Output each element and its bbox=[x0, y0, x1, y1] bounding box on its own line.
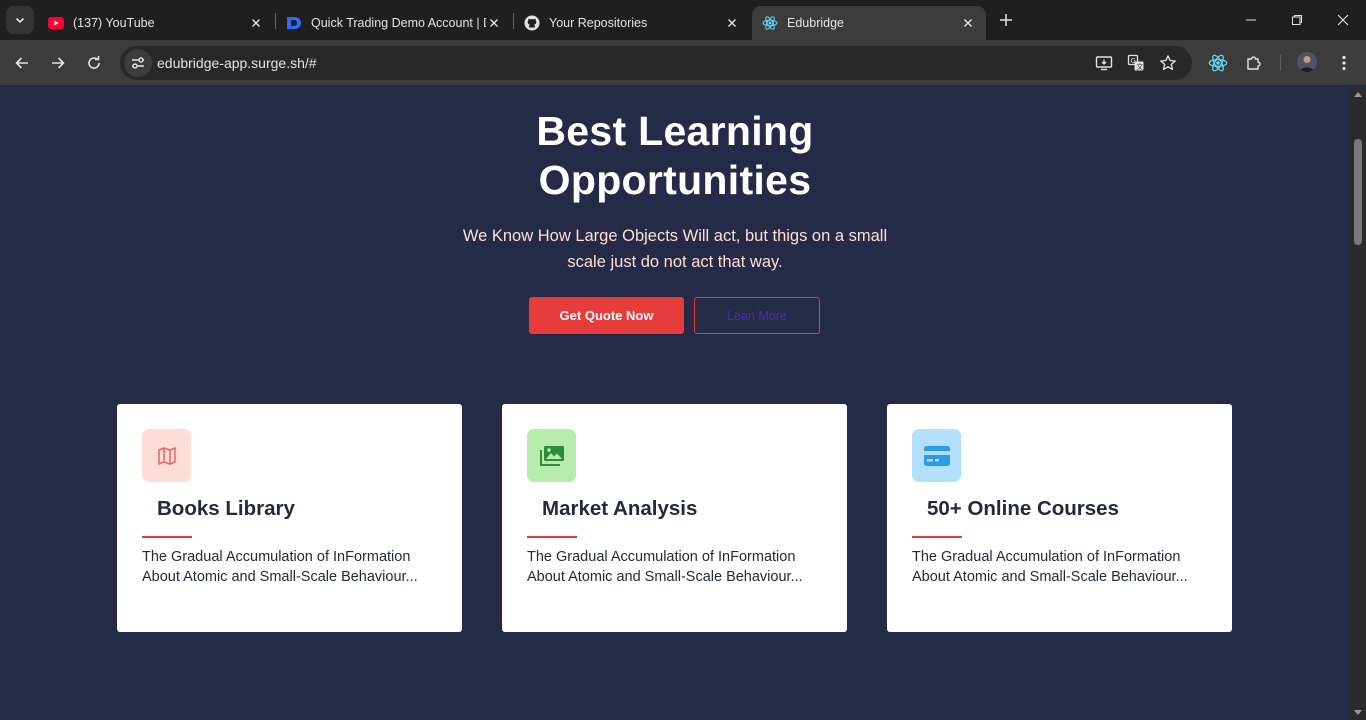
tab-edubridge[interactable]: Edubridge bbox=[752, 6, 986, 40]
tab-title: Edubridge bbox=[787, 16, 844, 30]
tab-title: Quick Trading Demo Account | D bbox=[311, 16, 486, 30]
url-text[interactable]: edubridge-app.surge.sh/# bbox=[157, 46, 317, 80]
new-tab-button[interactable] bbox=[994, 8, 1018, 32]
card-description: The Gradual Accumulation of InFormation … bbox=[142, 549, 418, 585]
browser-menu-button[interactable] bbox=[1332, 51, 1356, 75]
tab-youtube[interactable]: (137) YouTube bbox=[38, 6, 274, 40]
arrow-left-icon bbox=[15, 57, 28, 69]
reload-icon bbox=[88, 56, 100, 69]
deriv-icon bbox=[286, 15, 302, 31]
map-icon bbox=[157, 446, 176, 465]
card-accent-line bbox=[142, 536, 192, 538]
star-icon bbox=[1160, 55, 1176, 71]
credit-card-icon bbox=[923, 445, 950, 466]
site-info-button[interactable] bbox=[124, 49, 152, 77]
reload-button[interactable] bbox=[80, 49, 108, 77]
learn-more-button[interactable]: Lean More bbox=[694, 297, 820, 334]
get-quote-button[interactable]: Get Quote Now bbox=[529, 297, 684, 334]
close-tab-icon[interactable] bbox=[486, 15, 502, 31]
close-icon bbox=[1337, 14, 1349, 26]
card-title: Books Library bbox=[157, 497, 295, 520]
card-description: The Gradual Accumulation of InFormation … bbox=[527, 549, 803, 585]
svg-text:文: 文 bbox=[1136, 62, 1143, 71]
extensions-button[interactable] bbox=[1242, 51, 1266, 75]
scroll-down-arrow[interactable] bbox=[1354, 710, 1362, 715]
profile-avatar[interactable] bbox=[1297, 52, 1317, 72]
tab-search-button[interactable] bbox=[6, 6, 34, 34]
more-vertical-icon bbox=[1342, 55, 1346, 71]
close-tab-icon[interactable] bbox=[724, 15, 740, 31]
person-icon bbox=[1297, 52, 1317, 72]
translate-button[interactable]: G文 bbox=[1126, 53, 1146, 73]
hero-title-line-2: Opportunities bbox=[538, 157, 812, 203]
card-title: 50+ Online Courses bbox=[927, 497, 1119, 520]
chevron-down-icon bbox=[15, 17, 25, 24]
bookmark-button[interactable] bbox=[1158, 53, 1178, 73]
card-icon-box bbox=[527, 429, 576, 482]
card-accent-line bbox=[527, 536, 577, 538]
card-icon-box bbox=[912, 429, 961, 482]
page-scrollbar[interactable] bbox=[1350, 87, 1366, 720]
puzzle-icon bbox=[1247, 56, 1261, 70]
feature-card-online-courses[interactable]: 50+ Online Courses The Gradual Accumulat… bbox=[887, 404, 1232, 632]
react-icon bbox=[1208, 54, 1228, 72]
plus-icon bbox=[1000, 14, 1012, 26]
card-description: The Gradual Accumulation of InFormation … bbox=[912, 549, 1188, 585]
toolbar-separator bbox=[1280, 55, 1281, 71]
close-window-button[interactable] bbox=[1320, 0, 1366, 40]
install-app-icon bbox=[1095, 56, 1113, 71]
feature-card-market-analysis[interactable]: Market Analysis The Gradual Accumulation… bbox=[502, 404, 847, 632]
tab-title: (137) YouTube bbox=[73, 16, 155, 30]
close-tab-icon[interactable] bbox=[960, 15, 976, 31]
card-title: Market Analysis bbox=[542, 497, 698, 520]
images-icon bbox=[539, 445, 564, 466]
card-accent-line bbox=[912, 536, 962, 538]
minimize-icon bbox=[1246, 19, 1256, 21]
feature-card-books-library[interactable]: Books Library The Gradual Accumulation o… bbox=[117, 404, 462, 632]
restore-icon bbox=[1292, 15, 1302, 25]
address-bar[interactable]: edubridge-app.surge.sh/# G文 bbox=[120, 46, 1192, 80]
youtube-icon bbox=[48, 15, 64, 31]
hero-title-line-1: Best Learning bbox=[536, 108, 814, 154]
react-icon bbox=[762, 15, 778, 31]
tab-title: Your Repositories bbox=[549, 16, 648, 30]
hero-subtitle: We Know How Large Objects Will act, but … bbox=[462, 227, 888, 271]
restore-button[interactable] bbox=[1274, 0, 1320, 40]
translate-icon: G文 bbox=[1127, 54, 1144, 71]
github-icon bbox=[524, 15, 540, 31]
hero-title: Best Learning Opportunities bbox=[425, 107, 925, 205]
tab-trading-demo[interactable]: Quick Trading Demo Account | D bbox=[276, 6, 512, 40]
react-devtools-extension[interactable] bbox=[1206, 51, 1230, 75]
browser-toolbar: edubridge-app.surge.sh/# G文 bbox=[0, 40, 1366, 86]
forward-button[interactable] bbox=[44, 49, 72, 77]
close-tab-icon[interactable] bbox=[248, 15, 264, 31]
browser-tab-bar: (137) YouTube Quick Trading Demo Account… bbox=[0, 0, 1366, 40]
arrow-right-icon bbox=[52, 57, 65, 69]
page-viewport: Best Learning Opportunities We Know How … bbox=[0, 87, 1350, 720]
scrollbar-thumb[interactable] bbox=[1354, 139, 1362, 245]
back-button[interactable] bbox=[8, 49, 36, 77]
card-icon-box bbox=[142, 429, 191, 482]
tab-github[interactable]: Your Repositories bbox=[514, 6, 750, 40]
scroll-up-arrow[interactable] bbox=[1354, 92, 1362, 97]
tune-icon bbox=[132, 57, 144, 69]
minimize-button[interactable] bbox=[1228, 0, 1274, 40]
install-app-button[interactable] bbox=[1094, 53, 1114, 73]
